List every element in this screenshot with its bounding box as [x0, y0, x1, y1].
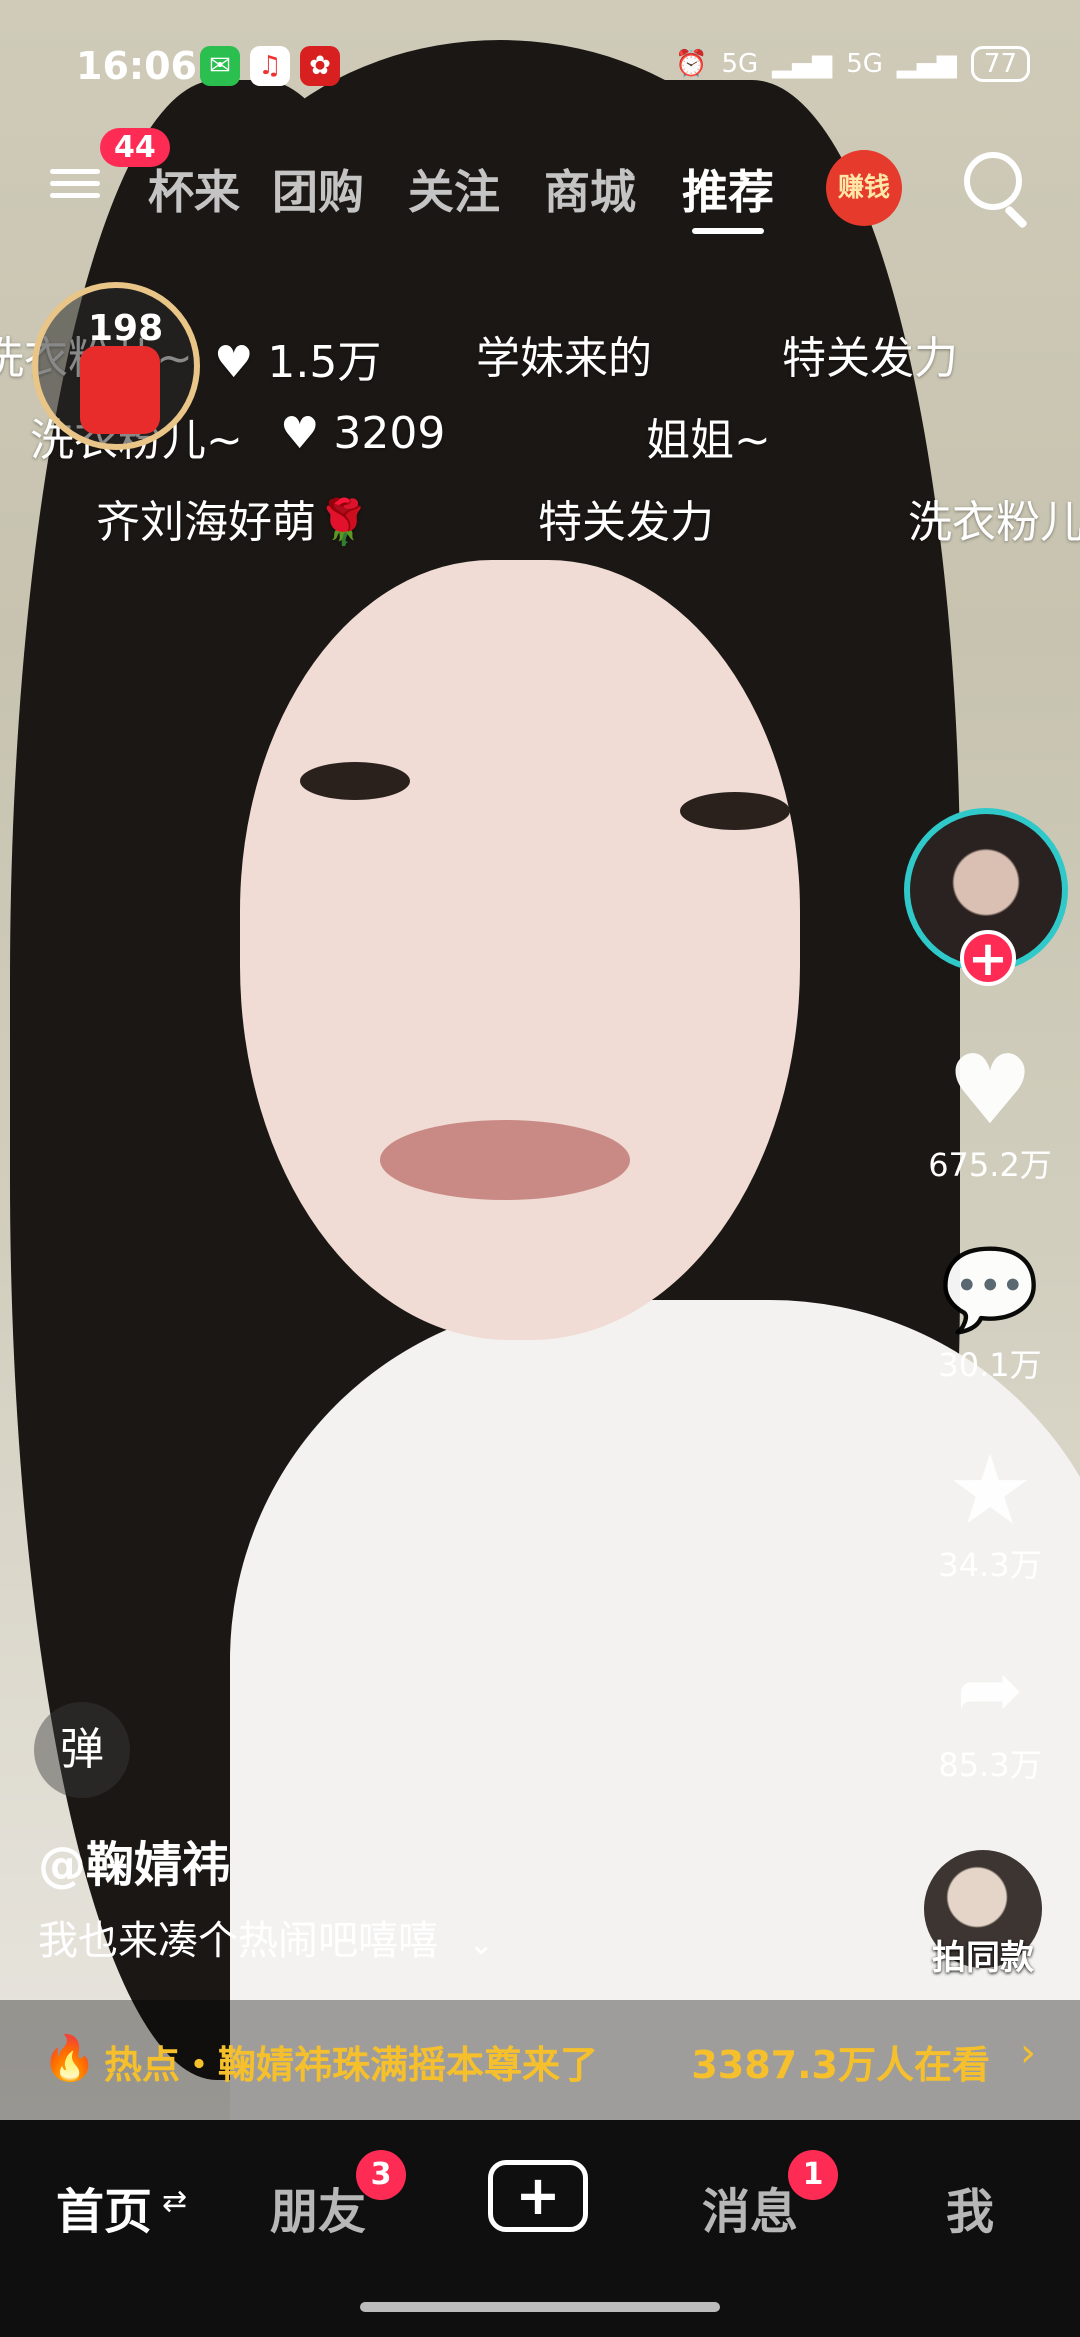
- star-icon: ★: [946, 1434, 1034, 1546]
- nav-home[interactable]: 首页: [56, 2172, 152, 2242]
- signal-icon: 5G: [846, 49, 883, 79]
- wechat-icon: ✉: [200, 46, 240, 86]
- red-packet-icon: [80, 346, 160, 434]
- video-caption[interactable]: 我也来凑个热闹吧嘻嘻 ⌄: [38, 1908, 494, 1966]
- author-name[interactable]: @鞠婧祎: [38, 1825, 230, 1895]
- share-icon: ➦: [956, 1643, 1024, 1736]
- swap-icon[interactable]: ⇄: [162, 2184, 187, 2219]
- earn-money-button[interactable]: 赚钱: [826, 150, 902, 226]
- nav-messages[interactable]: 消息: [702, 2172, 798, 2242]
- follow-button[interactable]: +: [960, 930, 1016, 986]
- tab-mall[interactable]: 商城: [544, 156, 636, 222]
- favorite-button[interactable]: ★ 34.3万: [910, 1440, 1070, 1586]
- signal-bars-icon: ▂▄▆: [772, 49, 833, 79]
- messages-badge: 1: [788, 2150, 838, 2200]
- danmu-item: 齐刘海好萌🌹: [96, 497, 371, 548]
- danmu-item: ♥ 3209: [280, 408, 446, 459]
- app-icon: ✿: [300, 46, 340, 86]
- status-time: 16:06: [76, 44, 197, 88]
- lips-shape: [380, 1120, 630, 1200]
- create-button[interactable]: +: [488, 2160, 588, 2232]
- tab-bulai[interactable]: 杯来: [148, 156, 240, 222]
- comment-icon: 💬: [940, 1243, 1040, 1336]
- eye-shape: [300, 762, 410, 800]
- chevron-down-icon[interactable]: ⌄: [469, 1927, 494, 1962]
- hot-topic-text: 热点・鞠婧祎珠满摇本尊来了: [104, 2043, 599, 2087]
- alarm-icon: ⏰: [675, 49, 708, 79]
- friends-badge: 3: [356, 2150, 406, 2200]
- danmu-item: 洗衣粉儿: [908, 497, 1080, 548]
- red-packet-count: 198: [88, 308, 164, 349]
- tab-group-buy[interactable]: 团购: [272, 156, 364, 222]
- nav-me[interactable]: 我: [946, 2172, 994, 2242]
- menu-icon[interactable]: [50, 162, 100, 202]
- share-button[interactable]: ➦ 85.3万: [910, 1640, 1070, 1786]
- top-nav: 44 杯来 团购 关注 商城 推荐 赚钱: [0, 128, 1080, 234]
- signal-icon: 5G: [721, 49, 759, 79]
- tab-following[interactable]: 关注: [408, 156, 500, 222]
- favorite-count: 34.3万: [938, 1546, 1042, 1584]
- comment-button[interactable]: 💬 30.1万: [910, 1240, 1070, 1386]
- status-bar: 16:06 ✉ ♫ ✿ ⏰ 5G ▂▄▆ 5G ▂▄▆ 77: [0, 40, 1080, 100]
- hot-topic-bar[interactable]: 🔥 热点・鞠婧祎珠满摇本尊来了 3387.3万人在看 ›: [0, 2000, 1080, 2120]
- viewer-count: 3387.3万人在看: [691, 2043, 990, 2087]
- eye-shape: [680, 792, 790, 830]
- red-packet-widget[interactable]: 198: [32, 282, 200, 450]
- danmu-item: 特关发力: [538, 497, 714, 548]
- home-indicator[interactable]: [360, 2302, 720, 2312]
- comment-count: 30.1万: [938, 1346, 1042, 1384]
- danmu-item: 特关发力: [782, 333, 958, 384]
- heart-icon: ♥: [946, 1034, 1034, 1146]
- danmu-item: ♥ 1.5万: [214, 337, 382, 388]
- like-button[interactable]: ♥ 675.2万: [910, 1040, 1070, 1186]
- search-icon[interactable]: [964, 152, 1022, 210]
- share-count: 85.3万: [938, 1746, 1042, 1784]
- music-icon: ♫: [250, 46, 290, 86]
- danmu-item: 姐姐~: [646, 415, 771, 466]
- battery-indicator: 77: [970, 46, 1030, 82]
- danmu-toggle-button[interactable]: 弹: [34, 1702, 130, 1798]
- tab-recommend[interactable]: 推荐: [682, 156, 774, 234]
- caption-text: 我也来凑个热闹吧嘻嘻: [38, 1918, 438, 1964]
- fire-icon: 🔥: [42, 2033, 97, 2084]
- status-right: ⏰ 5G ▂▄▆ 5G ▂▄▆ 77: [675, 46, 1030, 82]
- same-style-label[interactable]: 拍同款: [924, 1930, 1042, 1979]
- danmu-item: 学妹来的: [476, 333, 652, 384]
- face-shape: [240, 560, 800, 1340]
- chevron-right-icon: ›: [1020, 2030, 1036, 2076]
- like-count: 675.2万: [928, 1146, 1052, 1184]
- nav-friends[interactable]: 朋友: [270, 2172, 366, 2242]
- signal-bars-icon: ▂▄▆: [896, 49, 957, 79]
